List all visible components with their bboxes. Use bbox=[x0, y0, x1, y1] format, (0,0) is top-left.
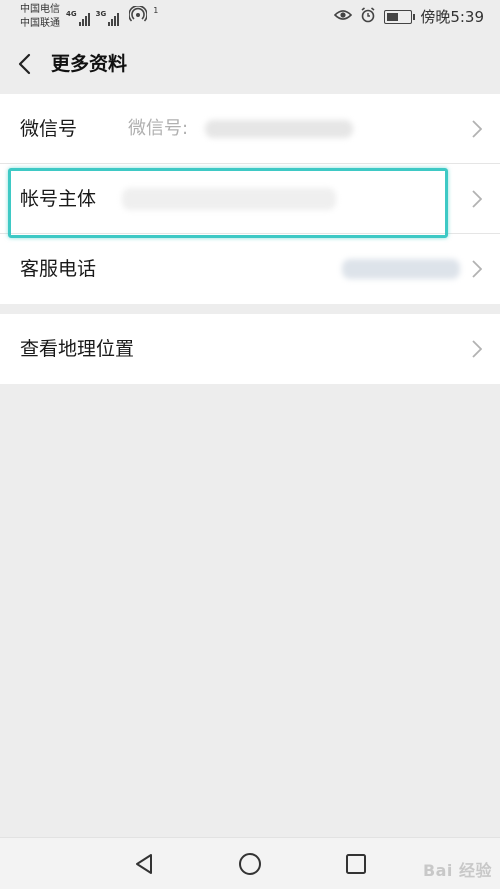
page-title: 更多资料 bbox=[51, 53, 128, 75]
chevron-left-icon bbox=[18, 53, 31, 75]
circle-home-icon bbox=[239, 853, 261, 875]
row-label-service-phone: 客服电话 bbox=[20, 258, 97, 280]
system-home-button[interactable] bbox=[238, 852, 262, 876]
signal-icon-2: 3G bbox=[96, 10, 120, 26]
row-account-entity[interactable]: 帐号主体 bbox=[0, 164, 500, 234]
alarm-icon bbox=[360, 6, 376, 27]
square-recents-icon bbox=[346, 854, 366, 874]
hotspot-icon bbox=[128, 5, 149, 26]
row-view-location[interactable]: 查看地理位置 bbox=[0, 314, 500, 384]
back-button[interactable] bbox=[12, 50, 40, 78]
signal-indicators: 4G 3G 1 bbox=[66, 5, 159, 26]
carrier-labels: 中国电信 中国联通 bbox=[20, 3, 60, 31]
status-right: 傍晚5:39 bbox=[334, 6, 484, 27]
carrier-2: 中国联通 bbox=[20, 18, 60, 29]
system-recents-button[interactable] bbox=[344, 852, 368, 876]
row-service-phone[interactable]: 客服电话 bbox=[0, 234, 500, 304]
chevron-right-icon bbox=[472, 340, 482, 358]
battery-icon bbox=[384, 9, 416, 24]
location-list: 查看地理位置 bbox=[0, 314, 500, 384]
system-back-button[interactable] bbox=[132, 852, 156, 876]
row-wechat-id[interactable]: 微信号 微信号: bbox=[0, 94, 500, 164]
chevron-right-icon bbox=[472, 260, 482, 278]
status-bar: 中国电信 中国联通 4G 3G 1 傍晚5:39 bbox=[0, 0, 500, 34]
hotspot-count: 1 bbox=[153, 6, 159, 15]
eye-icon bbox=[334, 8, 353, 26]
row-label-wechat-id: 微信号 bbox=[20, 118, 78, 140]
chevron-right-icon bbox=[472, 120, 482, 138]
row-label-account-entity: 帐号主体 bbox=[20, 188, 97, 210]
row-label-view-location: 查看地理位置 bbox=[20, 338, 135, 360]
info-list: 微信号 微信号: 帐号主体 客服电话 bbox=[0, 94, 500, 304]
blurred-account-entity bbox=[122, 188, 336, 210]
carrier-1: 中国电信 bbox=[20, 4, 60, 15]
chevron-right-icon bbox=[472, 190, 482, 208]
system-nav-bar: Bai 经验 bbox=[0, 837, 500, 889]
blurred-service-phone bbox=[342, 259, 460, 279]
signal-icon-1: 4G bbox=[66, 10, 90, 26]
signal-2-tag: 3G bbox=[95, 10, 107, 18]
clock-time: 傍晚5:39 bbox=[420, 8, 484, 26]
blurred-wechat-id bbox=[205, 120, 353, 138]
watermark: Bai 经验 bbox=[422, 861, 492, 880]
triangle-back-icon bbox=[136, 854, 152, 874]
signal-1-tag: 4G bbox=[66, 10, 77, 18]
wechat-id-value: 微信号: bbox=[128, 118, 189, 139]
nav-bar: 更多资料 bbox=[0, 34, 500, 94]
